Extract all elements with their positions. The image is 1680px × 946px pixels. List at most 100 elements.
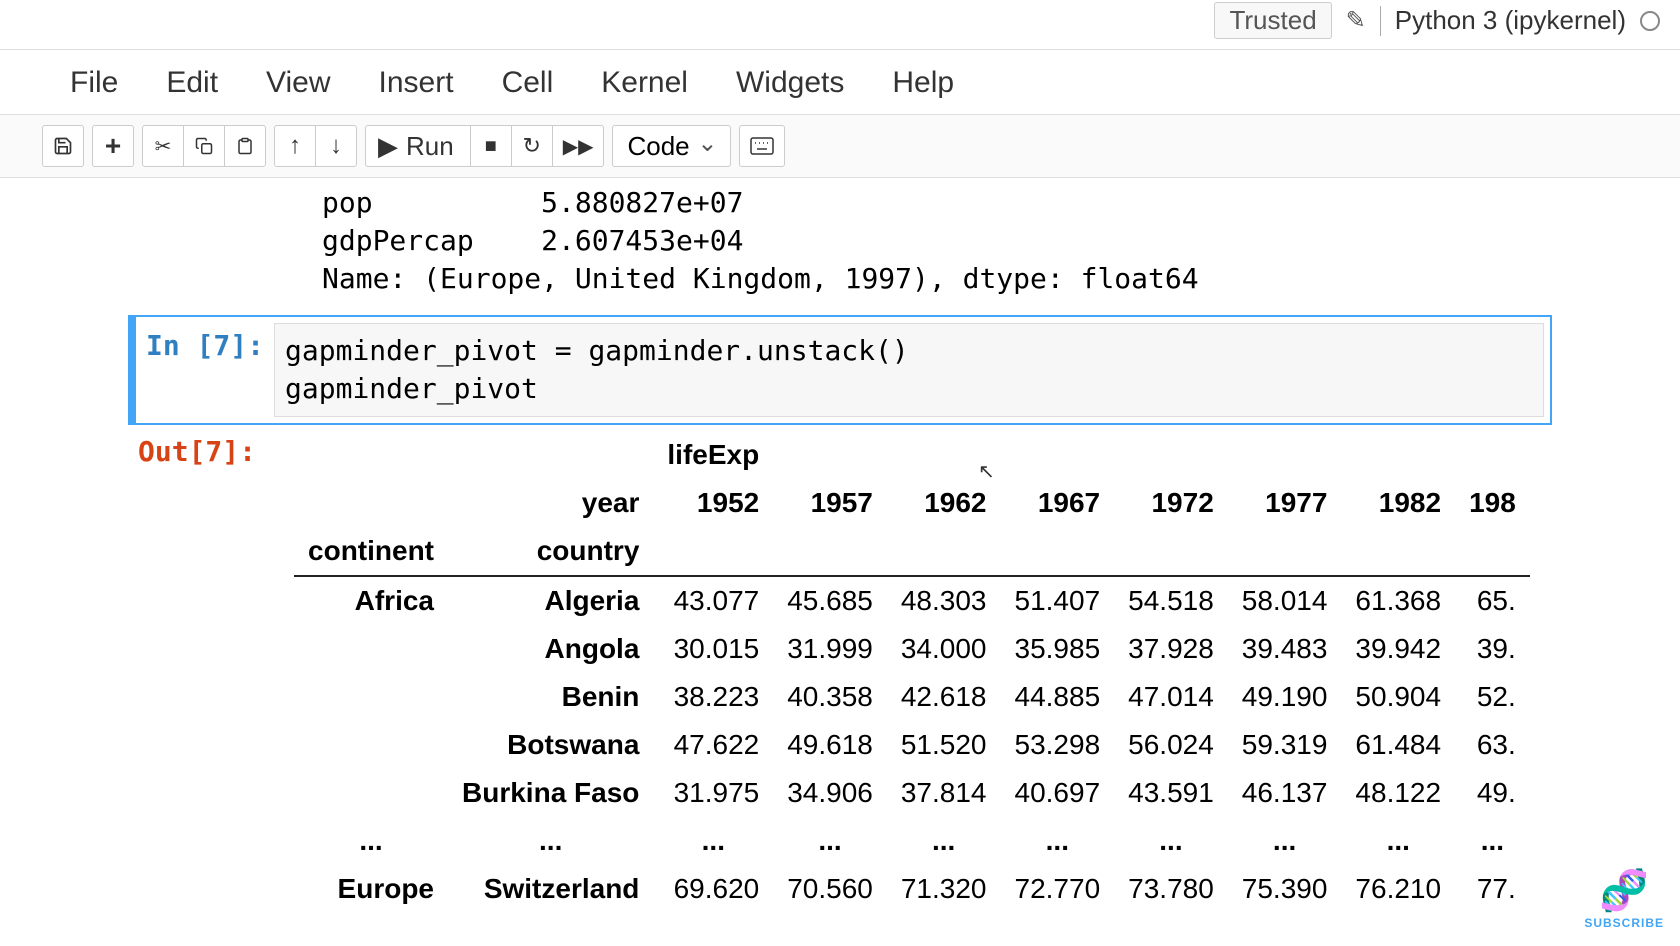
command-palette-button[interactable]: [739, 125, 785, 167]
kernel-indicator-icon: [1640, 11, 1660, 31]
country-cell: Burkina Faso: [448, 769, 653, 817]
data-cell: 48.303: [887, 576, 1001, 625]
data-cell: 46.137: [1228, 769, 1342, 817]
cursor-icon: ↖: [978, 459, 995, 484]
data-cell: 52.: [1455, 673, 1530, 721]
country-cell: Algeria: [448, 576, 653, 625]
cut-icon: ✂: [155, 134, 172, 159]
data-cell: 61.368: [1341, 576, 1455, 625]
data-cell: 37.814: [887, 769, 1001, 817]
menu-view[interactable]: View: [266, 66, 330, 100]
restart-button[interactable]: ↻: [511, 125, 553, 167]
table-row: Burkina Faso31.97534.90637.81440.69743.5…: [294, 769, 1530, 817]
data-cell: 30.015: [653, 625, 773, 673]
menu-cell[interactable]: Cell: [502, 66, 554, 100]
country-cell: Switzerland: [448, 865, 653, 913]
ellipsis-cell: ...: [653, 817, 773, 865]
table-row: Benin38.22340.35842.61844.88547.01449.19…: [294, 673, 1530, 721]
data-cell: 58.014: [1228, 576, 1342, 625]
move-up-button[interactable]: ↑: [274, 125, 316, 167]
data-cell: 51.520: [887, 721, 1001, 769]
menu-insert[interactable]: Insert: [379, 66, 454, 100]
year-col: 1952: [653, 479, 773, 527]
ellipsis-cell: ...: [1341, 817, 1455, 865]
year-index-label: year: [448, 479, 653, 527]
run-button[interactable]: ▶ Run: [365, 125, 471, 167]
data-cell: 77.: [1455, 865, 1530, 913]
stop-icon: ■: [485, 135, 497, 158]
ellipsis-cell: ...: [773, 817, 887, 865]
play-icon: ▶: [378, 131, 398, 162]
year-col: 1962: [887, 479, 1001, 527]
arrow-up-icon: ↑: [289, 132, 301, 160]
save-button[interactable]: [42, 125, 84, 167]
trusted-badge[interactable]: Trusted: [1214, 2, 1331, 39]
data-cell: 45.685: [773, 576, 887, 625]
pivot-table: lifeExp year 1952 1957 1962 1967 1972 19…: [294, 431, 1530, 913]
data-cell: 71.320: [887, 865, 1001, 913]
menu-kernel[interactable]: Kernel: [601, 66, 688, 100]
continent-cell: Europe: [294, 865, 448, 913]
data-cell: 75.390: [1228, 865, 1342, 913]
data-cell: 40.697: [1001, 769, 1115, 817]
menu-widgets[interactable]: Widgets: [736, 66, 844, 100]
continent-index-label: continent: [294, 527, 448, 576]
move-down-button[interactable]: ↓: [315, 125, 357, 167]
run-all-button[interactable]: ▶▶: [552, 125, 605, 167]
data-cell: 34.906: [773, 769, 887, 817]
data-cell: 49.: [1455, 769, 1530, 817]
data-cell: 43.077: [653, 576, 773, 625]
data-cell: 76.210: [1341, 865, 1455, 913]
restart-icon: ↻: [522, 133, 540, 159]
year-col: 1957: [773, 479, 887, 527]
year-col: 1972: [1114, 479, 1228, 527]
subscribe-widget[interactable]: 🧬 SUBSCRIBE: [1584, 867, 1664, 930]
kernel-name[interactable]: Python 3 (ipykernel): [1395, 5, 1626, 36]
ellipsis-cell: ...: [1001, 817, 1115, 865]
data-cell: 39.483: [1228, 625, 1342, 673]
run-label: Run: [406, 131, 454, 162]
year-col: 1967: [1001, 479, 1115, 527]
paste-button[interactable]: [224, 125, 266, 167]
cut-button[interactable]: ✂: [142, 125, 184, 167]
data-cell: 47.014: [1114, 673, 1228, 721]
data-cell: 70.560: [773, 865, 887, 913]
data-cell: 47.622: [653, 721, 773, 769]
ellipsis-cell: ...: [448, 817, 653, 865]
continent-cell: [294, 625, 448, 673]
cell-type-select[interactable]: Code: [612, 125, 731, 167]
ellipsis-cell: ...: [1228, 817, 1342, 865]
continent-cell: Africa: [294, 576, 448, 625]
previous-output: pop 5.880827e+07 gdpPercap 2.607453e+04 …: [40, 178, 1640, 315]
year-col: 198: [1455, 479, 1530, 527]
plus-icon: +: [105, 130, 121, 162]
divider: [1380, 6, 1381, 36]
data-cell: 39.942: [1341, 625, 1455, 673]
interrupt-button[interactable]: ■: [470, 125, 512, 167]
data-cell: 34.000: [887, 625, 1001, 673]
ellipsis-row: ..............................: [294, 817, 1530, 865]
data-cell: 54.518: [1114, 576, 1228, 625]
data-cell: 53.298: [1001, 721, 1115, 769]
table-row: EuropeSwitzerland69.62070.56071.32072.77…: [294, 865, 1530, 913]
data-cell: 51.407: [1001, 576, 1115, 625]
data-cell: 72.770: [1001, 865, 1115, 913]
menu-file[interactable]: File: [70, 66, 118, 100]
data-cell: 35.985: [1001, 625, 1115, 673]
copy-button[interactable]: [183, 125, 225, 167]
menu-edit[interactable]: Edit: [166, 66, 218, 100]
year-col: 1977: [1228, 479, 1342, 527]
data-cell: 40.358: [773, 673, 887, 721]
edit-icon[interactable]: ✎: [1346, 6, 1366, 35]
metric-header: lifeExp: [653, 431, 773, 479]
subscribe-label: SUBSCRIBE: [1584, 916, 1664, 930]
save-icon: [53, 136, 73, 156]
data-cell: 49.190: [1228, 673, 1342, 721]
menu-help[interactable]: Help: [892, 66, 954, 100]
add-cell-button[interactable]: +: [92, 125, 134, 167]
code-input[interactable]: gapminder_pivot = gapminder.unstack() ga…: [274, 323, 1544, 417]
ellipsis-cell: ...: [1114, 817, 1228, 865]
menubar: File Edit View Insert Cell Kernel Widget…: [0, 50, 1680, 115]
code-cell[interactable]: In [7]: gapminder_pivot = gapminder.unst…: [128, 315, 1552, 425]
ellipsis-cell: ...: [1455, 817, 1530, 865]
